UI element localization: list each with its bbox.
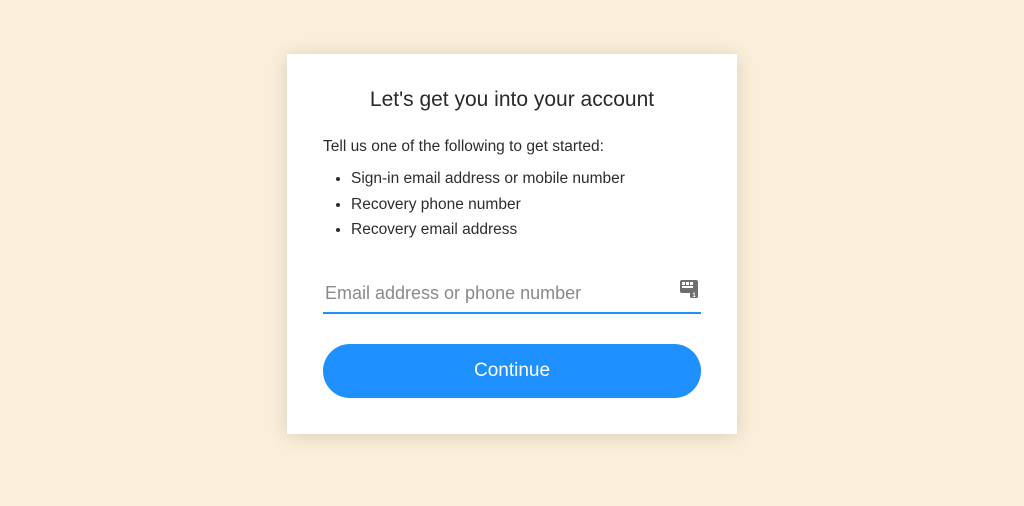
identifier-input[interactable]: [323, 277, 701, 314]
list-item: Recovery email address: [351, 217, 701, 243]
account-recovery-card: Let's get you into your account Tell us …: [287, 54, 737, 434]
list-item: Recovery phone number: [351, 192, 701, 218]
prompt-text: Tell us one of the following to get star…: [323, 138, 701, 156]
identifier-input-row: 1: [323, 277, 701, 314]
continue-button[interactable]: Continue: [323, 344, 701, 398]
list-item: Sign-in email address or mobile number: [351, 166, 701, 192]
card-title: Let's get you into your account: [323, 88, 701, 112]
options-list: Sign-in email address or mobile number R…: [323, 166, 701, 243]
password-manager-icon[interactable]: 1: [679, 279, 699, 299]
